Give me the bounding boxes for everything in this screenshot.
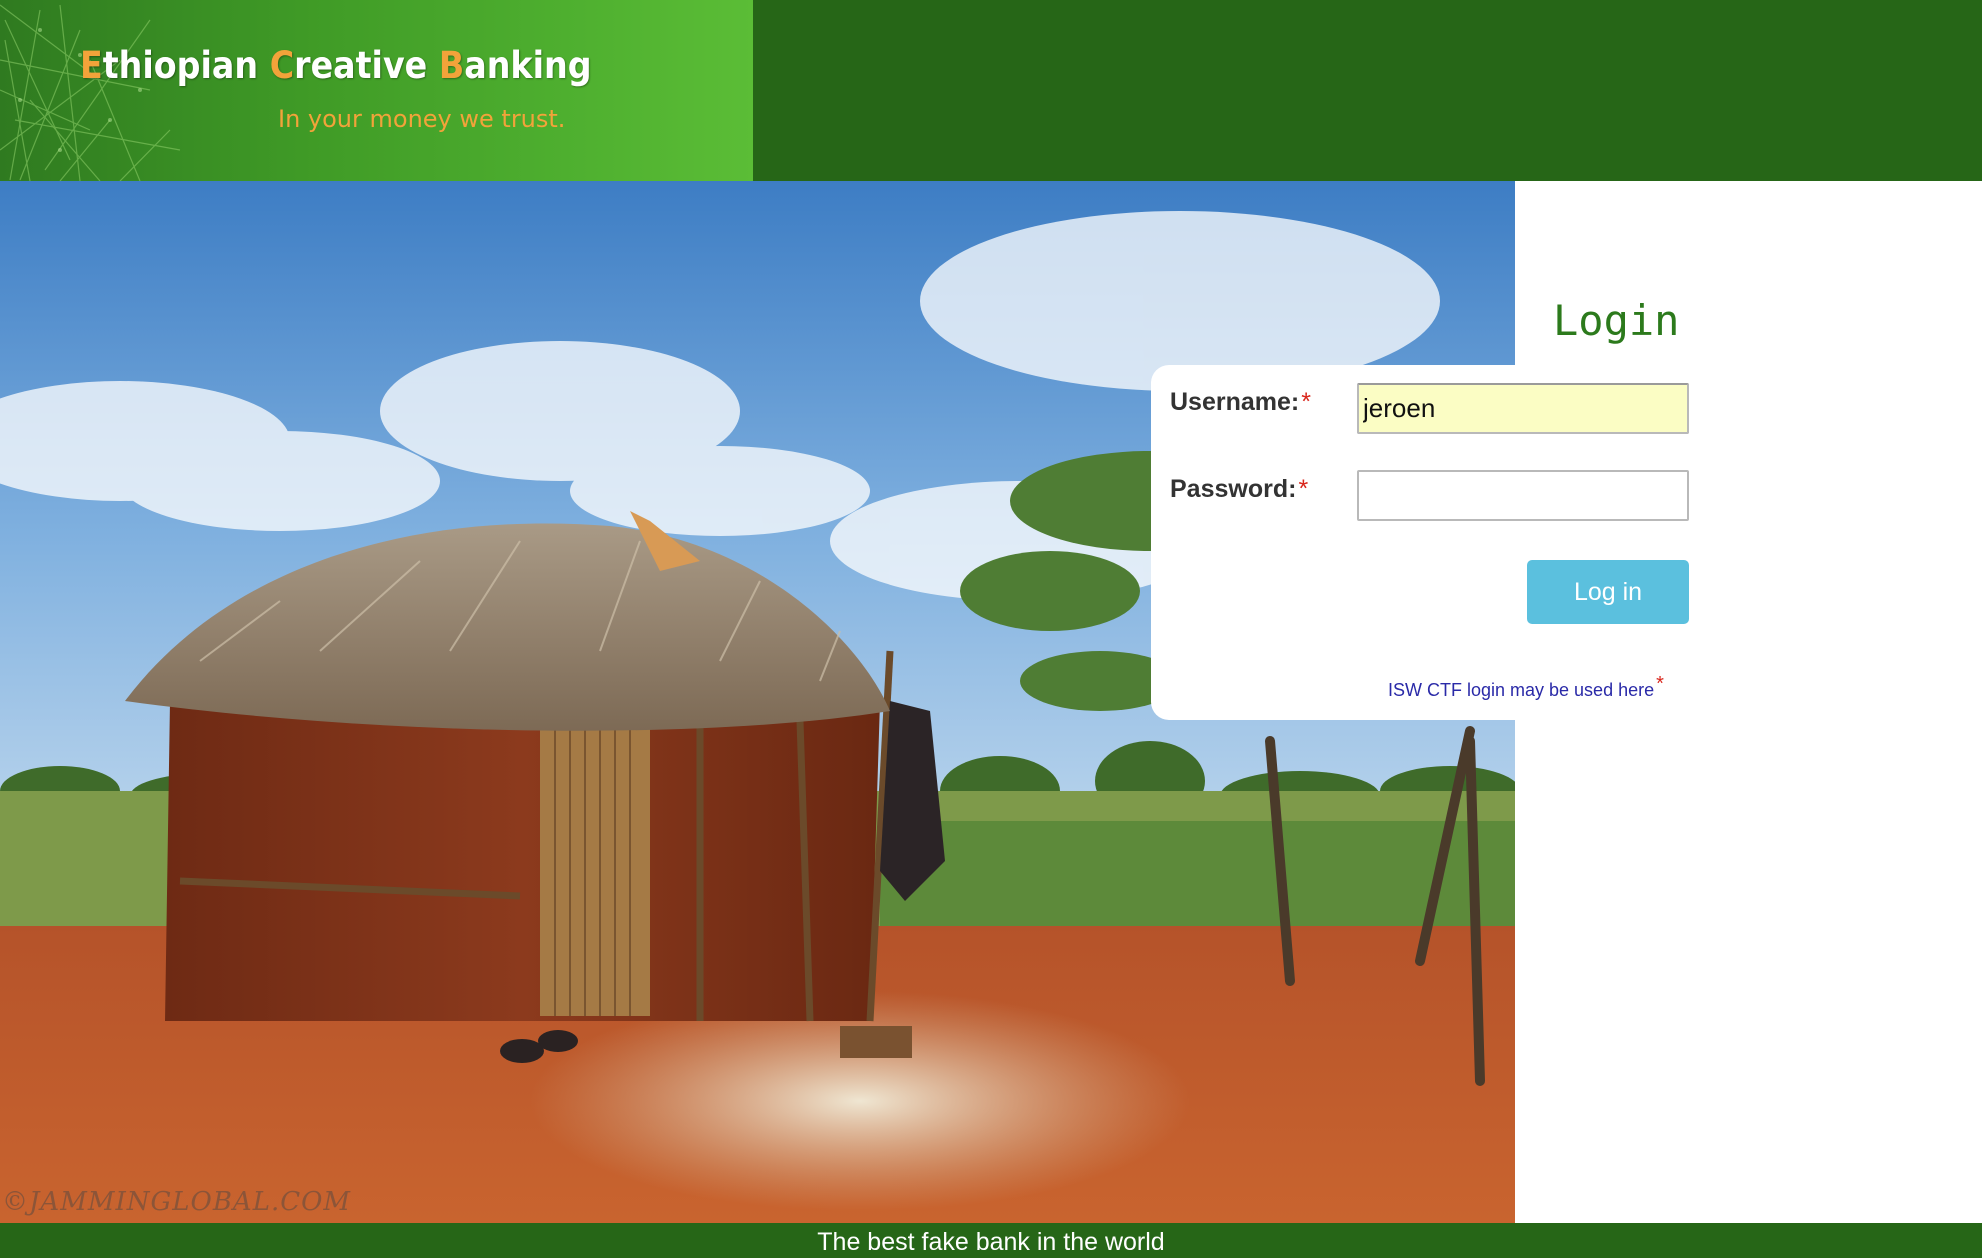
bank-logo: Ethiopian Creative Banking	[80, 44, 592, 87]
footer-text: The best fake bank in the world	[817, 1228, 1165, 1256]
logo-initial-b: B	[438, 44, 465, 87]
username-input[interactable]	[1357, 383, 1689, 434]
logo-initial-e: E	[80, 44, 103, 87]
tagline: In your money we trust.	[278, 105, 566, 133]
password-label: Password:*	[1170, 475, 1308, 504]
login-title: Login	[1553, 296, 1680, 345]
grass-decoration-icon	[0, 4, 181, 181]
username-required-marker: *	[1301, 388, 1311, 416]
isw-ctf-login-link-text: ISW CTF login may be used here	[1388, 680, 1655, 700]
password-input[interactable]	[1357, 470, 1689, 521]
login-button[interactable]: Log in	[1527, 560, 1689, 624]
logo-word-creative: reative	[294, 44, 428, 87]
header: Ethiopian Creative Banking In your money…	[0, 0, 1982, 181]
logo-word-ethiopian: thiopian	[102, 44, 259, 87]
isw-ctf-login-link[interactable]: ISW CTF login may be used here *	[1388, 673, 1664, 701]
password-label-text: Password:	[1170, 475, 1297, 503]
page: Ethiopian Creative Banking In your money…	[0, 0, 1982, 1258]
username-label: Username:*	[1170, 388, 1311, 417]
isw-link-required-marker: *	[1656, 673, 1664, 695]
logo-word-banking: anking	[464, 44, 592, 87]
logo-initial-c: C	[269, 44, 295, 87]
header-banner: Ethiopian Creative Banking In your money…	[0, 0, 753, 181]
photo-watermark: ©JAMMINGLOBAL.COM	[2, 1187, 352, 1217]
footer: The best fake bank in the world	[0, 1223, 1982, 1258]
username-label-text: Username:	[1170, 388, 1300, 416]
password-required-marker: *	[1298, 475, 1309, 503]
